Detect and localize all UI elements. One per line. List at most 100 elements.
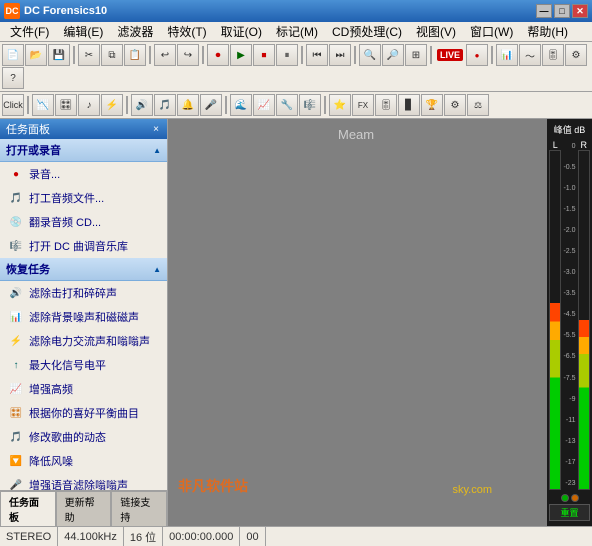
maximize-button[interactable]: □: [554, 4, 570, 18]
status-bar: STEREO 44.100kHz 16 位 00:00:00.000 00: [0, 526, 592, 546]
record-icon: ●: [8, 166, 24, 182]
minimize-button[interactable]: —: [536, 4, 552, 18]
close-button[interactable]: ✕: [572, 4, 588, 18]
balance-button[interactable]: ⚖: [467, 94, 489, 116]
task-reduce-wind[interactable]: 🔽 降低风噪: [0, 449, 167, 473]
tab-update-help[interactable]: 更新帮助: [56, 491, 112, 526]
process3-button[interactable]: 🔧: [276, 94, 298, 116]
star-button[interactable]: ⭐: [329, 94, 351, 116]
vu-scale: 0 -0.5 -1.0 -1.5 -2.0 -2.5 -3.0 -3.5 -4.…: [563, 140, 575, 490]
config-button[interactable]: ⚙: [444, 94, 466, 116]
menu-effects[interactable]: 特效(T): [161, 21, 212, 42]
music-library-icon: 🎼: [8, 238, 24, 254]
copy-button[interactable]: ⧉: [101, 44, 123, 66]
task-remove-hum[interactable]: ⚡ 滤除电力交流声和嗡嗡声: [0, 329, 167, 353]
spectrum-button[interactable]: 📊: [496, 44, 518, 66]
record-button[interactable]: ⏺: [207, 44, 229, 66]
section-header-open[interactable]: 打开或录音 ▲: [0, 139, 167, 162]
task-balance[interactable]: 🎛 根据你的喜好平衡曲目: [0, 401, 167, 425]
redo-button[interactable]: ↪: [177, 44, 199, 66]
zoom-all-button[interactable]: ⊞: [405, 44, 427, 66]
task-rip-cd[interactable]: 💿 翻录音频 CD...: [0, 210, 167, 234]
forward-button[interactable]: ⏭: [329, 44, 351, 66]
tool3-button[interactable]: 🔔: [177, 94, 199, 116]
pause-button[interactable]: ⏸: [276, 44, 298, 66]
new-button[interactable]: 📄: [2, 44, 24, 66]
process4-button[interactable]: 🎼: [299, 94, 321, 116]
tab-task-panel[interactable]: 任务面板: [0, 491, 56, 526]
zoom-in-button[interactable]: 🔍: [359, 44, 381, 66]
stop-button[interactable]: ⏹: [253, 44, 275, 66]
reduce-wind-icon: 🔽: [8, 453, 24, 469]
toolbar2-sep4: [324, 96, 326, 114]
live-button[interactable]: ●: [466, 44, 488, 66]
menu-help[interactable]: 帮助(H): [521, 21, 574, 42]
filter-button[interactable]: 🎛: [55, 94, 77, 116]
menu-marks[interactable]: 标记(M): [270, 21, 324, 42]
menu-filter[interactable]: 滤波器: [111, 21, 159, 42]
tool2-button[interactable]: 🎵: [154, 94, 176, 116]
tool1-button[interactable]: 🔊: [131, 94, 153, 116]
help-toolbar-button[interactable]: ?: [2, 67, 24, 89]
task-record[interactable]: ● 录音...: [0, 162, 167, 186]
menu-edit[interactable]: 编辑(E): [57, 21, 109, 42]
effect2-button[interactable]: ⚡: [101, 94, 123, 116]
toolbar-sep2: [149, 46, 151, 64]
menu-cd[interactable]: CD预处理(C): [326, 21, 408, 42]
play-button[interactable]: ▶: [230, 44, 252, 66]
toolbar-sep4: [301, 46, 303, 64]
fx-button[interactable]: FX: [352, 94, 374, 116]
waveform-button[interactable]: 〜: [519, 44, 541, 66]
cut-button[interactable]: ✂: [78, 44, 100, 66]
menu-bar: 文件(F) 编辑(E) 滤波器 特效(T) 取证(O) 标记(M) CD预处理(…: [0, 22, 592, 42]
menu-window[interactable]: 窗口(W): [464, 21, 519, 42]
menu-view[interactable]: 视图(V): [410, 21, 462, 42]
vu-reset-button[interactable]: 重置: [549, 504, 590, 521]
task-section-restore: 恢复任务 ▲ 🔊 滤除击打和碎碎声 📊 滤除背景噪声和磁磁声 ⚡ 滤除电力交流声…: [0, 258, 167, 490]
panel-close-button[interactable]: ×: [151, 124, 161, 135]
task-music-library[interactable]: 🎼 打开 DC 曲调音乐库: [0, 234, 167, 258]
rewind-button[interactable]: ⏮: [306, 44, 328, 66]
process2-button[interactable]: 📈: [253, 94, 275, 116]
effect1-button[interactable]: ♪: [78, 94, 100, 116]
task-enhance-voice[interactable]: 🎤 增强语音滤除嗡嗡声: [0, 473, 167, 490]
undo-button[interactable]: ↩: [154, 44, 176, 66]
bars-button[interactable]: ▊: [398, 94, 420, 116]
click-button[interactable]: Click: [2, 94, 24, 116]
process1-button[interactable]: 🌊: [230, 94, 252, 116]
task-maximize-level[interactable]: ↑ 最大化信号电平: [0, 353, 167, 377]
vu-bar-l: [549, 150, 561, 490]
mixer-button[interactable]: 🎚: [375, 94, 397, 116]
toolbar-sep6: [430, 46, 432, 64]
equalizer-button[interactable]: 🎚: [542, 44, 564, 66]
enhance-voice-icon: 🎤: [8, 477, 24, 490]
toolbar-sep1: [73, 46, 75, 64]
section-header-restore[interactable]: 恢复任务 ▲: [0, 258, 167, 281]
menu-file[interactable]: 文件(F): [4, 21, 55, 42]
save-button[interactable]: 💾: [48, 44, 70, 66]
toolbar-row1: 📄 📂 💾 ✂ ⧉ 📋 ↩ ↪ ⏺ ▶ ⏹ ⏸ ⏮ ⏭ 🔍 🔎 ⊞ LIVE ●…: [0, 42, 592, 92]
watermark-sub: sky.com: [452, 484, 492, 496]
task-dynamics[interactable]: 🎵 修改歌曲的动态: [0, 425, 167, 449]
task-remove-hiss[interactable]: 📊 滤除背景噪声和磁磁声: [0, 305, 167, 329]
enhance-treble-icon: 📈: [8, 381, 24, 397]
task-enhance-treble[interactable]: 📈 增强高频: [0, 377, 167, 401]
paste-button[interactable]: 📋: [124, 44, 146, 66]
menu-forensics[interactable]: 取证(O): [215, 21, 268, 42]
vu-dot-r: [571, 494, 579, 502]
task-open-audio[interactable]: 🎵 打工音频文件...: [0, 186, 167, 210]
task-panel[interactable]: 打开或录音 ▲ ● 录音... 🎵 打工音频文件... 💿 翻录音频 CD...…: [0, 139, 167, 490]
status-bitdepth: 16 位: [124, 527, 163, 546]
open-button[interactable]: 📂: [25, 44, 47, 66]
normalize-button[interactable]: 📉: [32, 94, 54, 116]
tab-link-support[interactable]: 链接支持: [111, 491, 167, 526]
award-button[interactable]: 🏆: [421, 94, 443, 116]
task-remove-clicks[interactable]: 🔊 滤除击打和碎碎声: [0, 281, 167, 305]
toolbar2-sep3: [225, 96, 227, 114]
tool4-button[interactable]: 🎤: [200, 94, 222, 116]
vu-indicators: [561, 494, 579, 502]
collapse-arrow-restore: ▲: [153, 265, 161, 274]
toolbar-row2: Click 📉 🎛 ♪ ⚡ 🔊 🎵 🔔 🎤 🌊 📈 🔧 🎼 ⭐ FX 🎚 ▊ 🏆…: [0, 92, 592, 119]
zoom-out-button[interactable]: 🔎: [382, 44, 404, 66]
settings-button[interactable]: ⚙: [565, 44, 587, 66]
